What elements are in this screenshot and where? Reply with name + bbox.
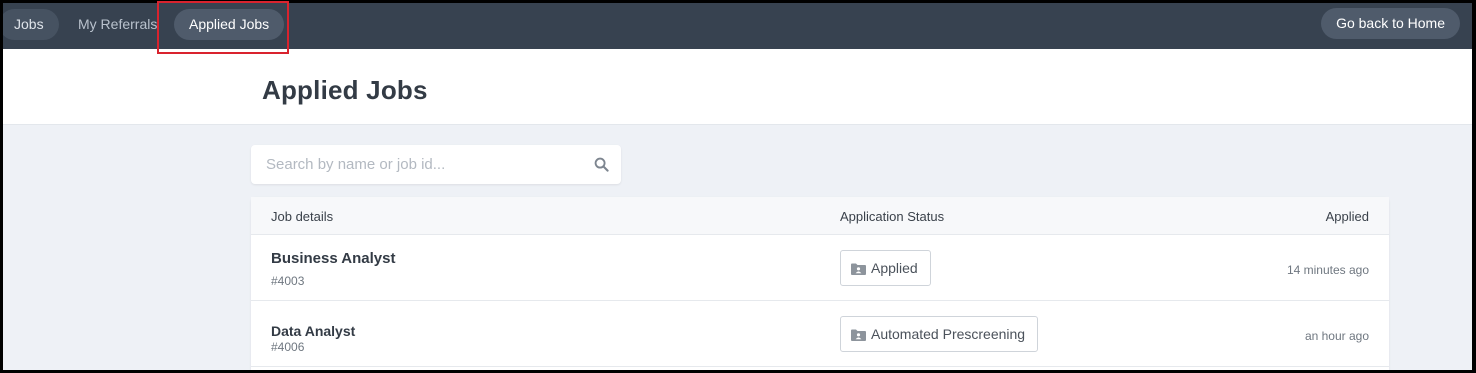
status-label: Automated Prescreening: [871, 326, 1026, 342]
nav-item-my-referrals[interactable]: My Referrals: [63, 9, 172, 40]
table-header: Job details Application Status Applied: [251, 197, 1389, 235]
column-header-applied: Applied: [1325, 209, 1369, 224]
page-header: Applied Jobs: [3, 49, 1472, 125]
highlight-box: [157, 1, 289, 54]
nav-item-jobs[interactable]: Jobs: [3, 9, 59, 40]
status-button[interactable]: Automated Prescreening: [840, 316, 1039, 352]
folder-person-icon: [851, 329, 866, 341]
folder-person-icon: [851, 263, 866, 275]
status-button[interactable]: Applied: [840, 250, 931, 286]
job-id: #4003: [271, 274, 305, 288]
applied-time: an hour ago: [1304, 329, 1369, 343]
applied-jobs-table: Job details Application Status Applied B…: [251, 197, 1389, 370]
job-title[interactable]: Data Analyst: [271, 323, 355, 339]
job-id: #4006: [271, 340, 305, 354]
page-title: Applied Jobs: [262, 75, 428, 105]
search-input[interactable]: [251, 145, 581, 184]
column-header-application-status: Application Status: [840, 209, 945, 224]
column-header-job-details: Job details: [271, 209, 334, 224]
go-back-home-button[interactable]: Go back to Home: [1321, 8, 1460, 39]
applied-time: 14 minutes ago: [1286, 263, 1369, 277]
search-icon[interactable]: [594, 157, 609, 172]
table-row[interactable]: Data Analyst #4006 Automated Prescreenin…: [251, 301, 1389, 367]
table-row[interactable]: Business Analyst #4003 Applied 14 minute…: [251, 235, 1389, 301]
status-label: Applied: [871, 260, 918, 276]
job-title[interactable]: Business Analyst: [271, 250, 396, 267]
app-frame: Jobs My Referrals Applied Jobs Go back t…: [3, 3, 1472, 370]
search-box: [251, 145, 621, 184]
